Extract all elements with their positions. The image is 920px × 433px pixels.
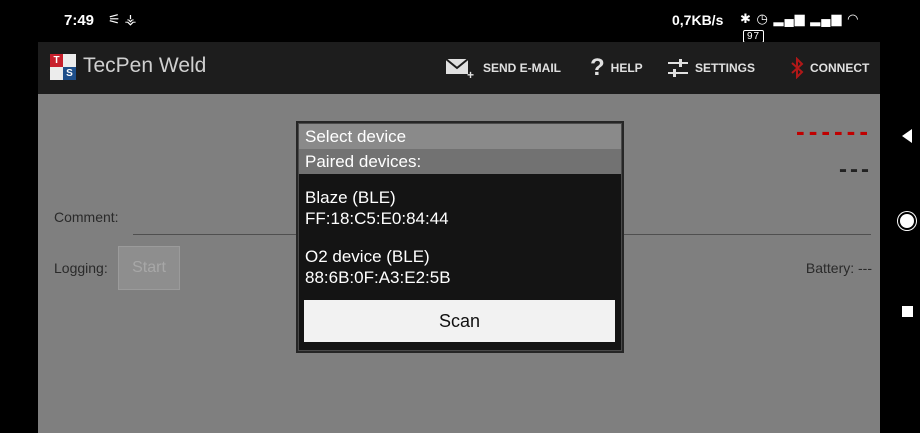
logo-s-letter: S [63,67,76,80]
settings-icon [668,59,688,77]
status-right-icons: ✱ ◷ ▂▄▆ ▂▄▆ ◠ 97 [740,11,880,43]
bluetooth-icon [791,57,804,79]
help-button[interactable]: ? HELP [590,42,643,94]
select-device-dialog: Select device Paired devices: Blaze (BLE… [298,123,622,351]
send-email-label: SEND E-MAIL [483,61,561,75]
logging-label: Logging: [54,260,108,276]
device-address: FF:18:C5:E0:84:44 [305,209,449,228]
email-icon: + [445,58,474,80]
app-title: TecPen Weld [83,54,207,77]
svg-text:+: + [467,68,474,80]
device-item[interactable]: Blaze (BLE) FF:18:C5:E0:84:44 [305,187,449,229]
comment-label: Comment: [54,209,119,225]
status-left-icons: ⚟ ⚶ [108,11,137,27]
device-name: O2 device (BLE) [305,247,430,266]
start-logging-button[interactable]: Start [118,246,180,290]
network-speed: 0,7KB/s [672,12,724,28]
dialog-title: Select device [299,124,621,149]
reading-value: ------ [796,116,872,146]
paired-devices-header: Paired devices: [299,149,621,174]
help-label: HELP [610,61,643,75]
scan-button[interactable]: Scan [304,300,615,342]
settings-button[interactable]: SETTINGS [667,42,755,94]
signal-icons: ✱ ◷ ▂▄▆ ▂▄▆ ◠ [740,11,860,26]
device-name: Blaze (BLE) [305,188,396,207]
secondary-value: --- [839,156,872,183]
battery-status: Battery: --- [805,260,872,276]
device-item[interactable]: O2 device (BLE) 88:6B:0F:A3:E2:5B [305,246,451,288]
back-icon[interactable] [902,129,912,143]
app-screen: 7:49 ⚟ ⚶ 0,7KB/s ✱ ◷ ▂▄▆ ▂▄▆ ◠ 97 T S Te… [38,0,880,433]
logo-t-letter: T [50,54,63,67]
home-icon[interactable] [900,214,914,228]
status-bar: 7:49 ⚟ ⚶ 0,7KB/s ✱ ◷ ▂▄▆ ▂▄▆ ◠ 97 [38,0,880,43]
device-address: 88:6B:0F:A3:E2:5B [305,268,451,287]
help-icon: ? [590,54,605,81]
navigation-bar [880,0,920,433]
app-logo: T S [50,54,76,80]
action-bar: T S TecPen Weld + SEND E-MAIL ? HELP SET… [38,42,880,94]
send-email-button[interactable]: + SEND E-MAIL [445,42,561,94]
settings-label: SETTINGS [695,61,756,75]
connect-button[interactable]: CONNECT [790,42,869,94]
connect-label: CONNECT [810,61,870,75]
recent-apps-icon[interactable] [902,306,913,317]
status-time: 7:49 [64,12,95,29]
